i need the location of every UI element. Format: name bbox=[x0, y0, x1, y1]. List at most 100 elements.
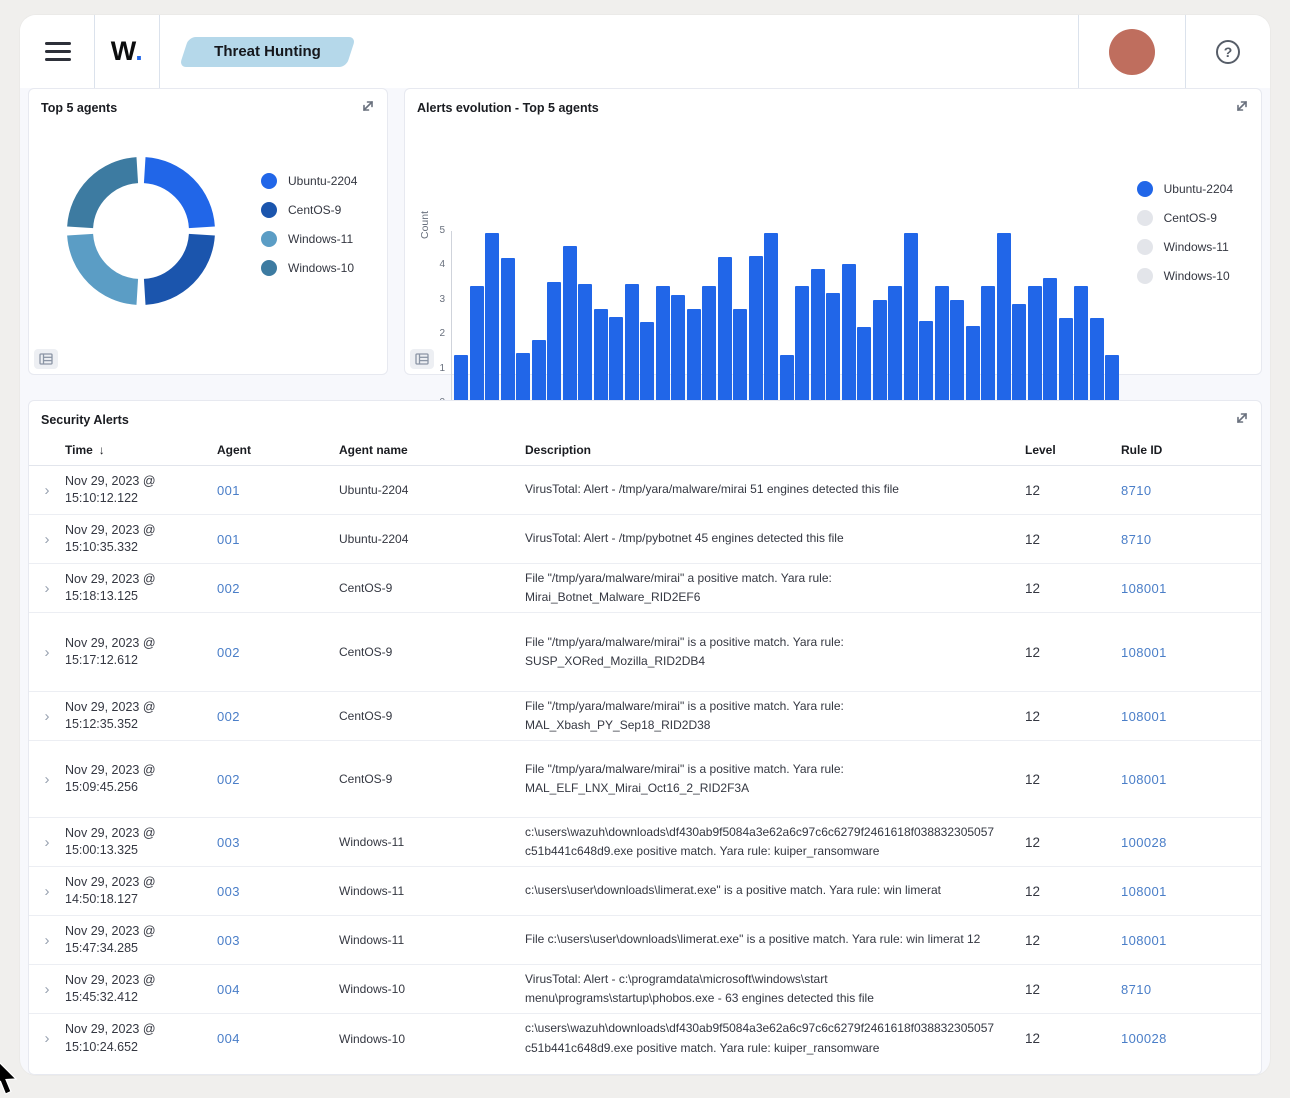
y-axis-ticks: 543210 bbox=[423, 225, 445, 408]
cell-time: Nov 29, 2023 @ 15:09:45.256 bbox=[65, 762, 217, 797]
rule-id-link[interactable]: 108001 bbox=[1121, 709, 1167, 724]
donut-segment-Windows-10[interactable] bbox=[80, 170, 137, 227]
legend-item-CentOS-9[interactable]: CentOS-9 bbox=[1137, 210, 1233, 226]
table-row: ›Nov 29, 2023 @ 15:18:13.125002CentOS-9F… bbox=[29, 564, 1261, 613]
legend-item-Windows-10[interactable]: Windows-10 bbox=[1137, 268, 1233, 284]
rule-id-link[interactable]: 108001 bbox=[1121, 772, 1167, 787]
donut-segment-Windows-11[interactable] bbox=[80, 235, 137, 292]
rule-id-link[interactable]: 108001 bbox=[1121, 884, 1167, 899]
chevron-right-icon[interactable]: › bbox=[45, 581, 50, 596]
legend-item-Windows-11[interactable]: Windows-11 bbox=[1137, 239, 1233, 255]
rule-id-link[interactable]: 108001 bbox=[1121, 933, 1167, 948]
chevron-right-icon[interactable]: › bbox=[45, 933, 50, 948]
cell-description: c:\users\wazuh\downloads\df430ab9f5084a3… bbox=[525, 1019, 1025, 1057]
chevron-right-icon[interactable]: › bbox=[45, 483, 50, 498]
chevron-right-icon[interactable]: › bbox=[45, 835, 50, 850]
rule-id-link[interactable]: 108001 bbox=[1121, 645, 1167, 660]
bar bbox=[1090, 318, 1104, 413]
bar bbox=[578, 284, 592, 413]
agent-id-link[interactable]: 004 bbox=[217, 982, 240, 997]
bar bbox=[594, 309, 608, 413]
cell-time: Nov 29, 2023 @ 15:00:13.325 bbox=[65, 825, 217, 860]
donut-segment-Ubuntu-2204[interactable] bbox=[145, 170, 202, 227]
cell-description: c:\users\user\downloads\limerat.exe" is … bbox=[525, 881, 1025, 900]
column-header-rule-id[interactable]: Rule ID bbox=[1121, 443, 1261, 457]
menu-hamburger-icon[interactable] bbox=[45, 42, 71, 61]
chevron-right-icon[interactable]: › bbox=[45, 709, 50, 724]
cell-level: 12 bbox=[1025, 1031, 1121, 1046]
rule-id-link[interactable]: 8710 bbox=[1121, 532, 1152, 547]
chevron-right-icon[interactable]: › bbox=[45, 982, 50, 997]
agent-id-link[interactable]: 003 bbox=[217, 884, 240, 899]
legend-item-Windows-10[interactable]: Windows-10 bbox=[261, 260, 357, 276]
donut-segment-CentOS-9[interactable] bbox=[145, 235, 202, 292]
rule-id-link[interactable]: 8710 bbox=[1121, 982, 1152, 997]
table-row: ›Nov 29, 2023 @ 15:17:12.612002CentOS-9F… bbox=[29, 613, 1261, 692]
agent-id-link[interactable]: 001 bbox=[217, 483, 240, 498]
chevron-right-icon[interactable]: › bbox=[45, 1031, 50, 1046]
chevron-right-icon[interactable]: › bbox=[45, 884, 50, 899]
agent-id-link[interactable]: 003 bbox=[217, 835, 240, 850]
column-header-agent-name[interactable]: Agent name bbox=[339, 443, 525, 457]
bar bbox=[1043, 278, 1057, 413]
row-expand-cell: › bbox=[29, 982, 65, 997]
inspect-table-icon[interactable] bbox=[34, 349, 58, 369]
column-header-level[interactable]: Level bbox=[1025, 443, 1121, 457]
cell-level: 12 bbox=[1025, 709, 1121, 724]
wazuh-logo[interactable]: W. bbox=[95, 36, 159, 67]
divider bbox=[159, 15, 160, 88]
agent-id-link[interactable]: 002 bbox=[217, 645, 240, 660]
bar bbox=[904, 233, 918, 413]
bar bbox=[1028, 286, 1042, 413]
agent-id-link[interactable]: 002 bbox=[217, 772, 240, 787]
expand-icon[interactable] bbox=[1233, 410, 1251, 428]
expand-icon[interactable] bbox=[1233, 98, 1251, 116]
legend-dot bbox=[1137, 239, 1153, 255]
chevron-right-icon[interactable]: › bbox=[45, 645, 50, 660]
legend-item-Windows-11[interactable]: Windows-11 bbox=[261, 231, 357, 247]
rule-id-link[interactable]: 8710 bbox=[1121, 483, 1152, 498]
cell-agent: 003 bbox=[217, 835, 339, 850]
user-avatar[interactable] bbox=[1109, 29, 1155, 75]
legend-item-CentOS-9[interactable]: CentOS-9 bbox=[261, 202, 357, 218]
legend-dot bbox=[261, 173, 277, 189]
bar bbox=[826, 293, 840, 413]
bar bbox=[563, 246, 577, 413]
column-header-time[interactable]: Time↓ bbox=[65, 443, 217, 457]
column-header-description[interactable]: Description bbox=[525, 443, 1025, 457]
cell-time: Nov 29, 2023 @ 15:12:35.352 bbox=[65, 699, 217, 734]
agent-id-link[interactable]: 004 bbox=[217, 1031, 240, 1046]
table-row: ›Nov 29, 2023 @ 15:00:13.325003Windows-1… bbox=[29, 818, 1261, 867]
chevron-right-icon[interactable]: › bbox=[45, 772, 50, 787]
rule-id-link[interactable]: 100028 bbox=[1121, 1031, 1167, 1046]
inspect-table-icon[interactable] bbox=[410, 349, 434, 369]
logo-dot: . bbox=[135, 36, 143, 66]
top-agents-panel: Top 5 agents Ubuntu-2204CentOS-9Windows-… bbox=[28, 88, 388, 375]
agent-id-link[interactable]: 002 bbox=[217, 709, 240, 724]
rule-id-link[interactable]: 100028 bbox=[1121, 835, 1167, 850]
cell-time: Nov 29, 2023 @ 14:50:18.127 bbox=[65, 874, 217, 909]
legend-dot bbox=[1137, 268, 1153, 284]
column-header-agent[interactable]: Agent bbox=[217, 443, 339, 457]
agent-id-link[interactable]: 001 bbox=[217, 532, 240, 547]
sort-desc-icon[interactable]: ↓ bbox=[99, 443, 105, 457]
cell-level: 12 bbox=[1025, 581, 1121, 596]
cell-rule-id: 108001 bbox=[1121, 884, 1261, 899]
chevron-right-icon[interactable]: › bbox=[45, 532, 50, 547]
agent-id-link[interactable]: 002 bbox=[217, 581, 240, 596]
help-icon[interactable]: ? bbox=[1216, 40, 1240, 64]
legend-item-Ubuntu-2204[interactable]: Ubuntu-2204 bbox=[1137, 181, 1233, 197]
legend-item-Ubuntu-2204[interactable]: Ubuntu-2204 bbox=[261, 173, 357, 189]
agent-id-link[interactable]: 003 bbox=[217, 933, 240, 948]
expand-icon[interactable] bbox=[359, 98, 377, 116]
cell-rule-id: 100028 bbox=[1121, 1031, 1261, 1046]
cell-rule-id: 108001 bbox=[1121, 709, 1261, 724]
rule-id-link[interactable]: 108001 bbox=[1121, 581, 1167, 596]
breadcrumb[interactable]: Threat Hunting bbox=[179, 37, 355, 67]
cell-agent-name: Ubuntu-2204 bbox=[339, 532, 525, 546]
y-tick: 5 bbox=[439, 225, 445, 236]
bar bbox=[795, 286, 809, 413]
cell-description: VirusTotal: Alert - /tmp/pybotnet 45 eng… bbox=[525, 529, 1025, 548]
donut-legend: Ubuntu-2204 CentOS-9 Windows-11 Windows-10 bbox=[261, 173, 357, 276]
table-row: ›Nov 29, 2023 @ 15:10:35.332001Ubuntu-22… bbox=[29, 515, 1261, 564]
